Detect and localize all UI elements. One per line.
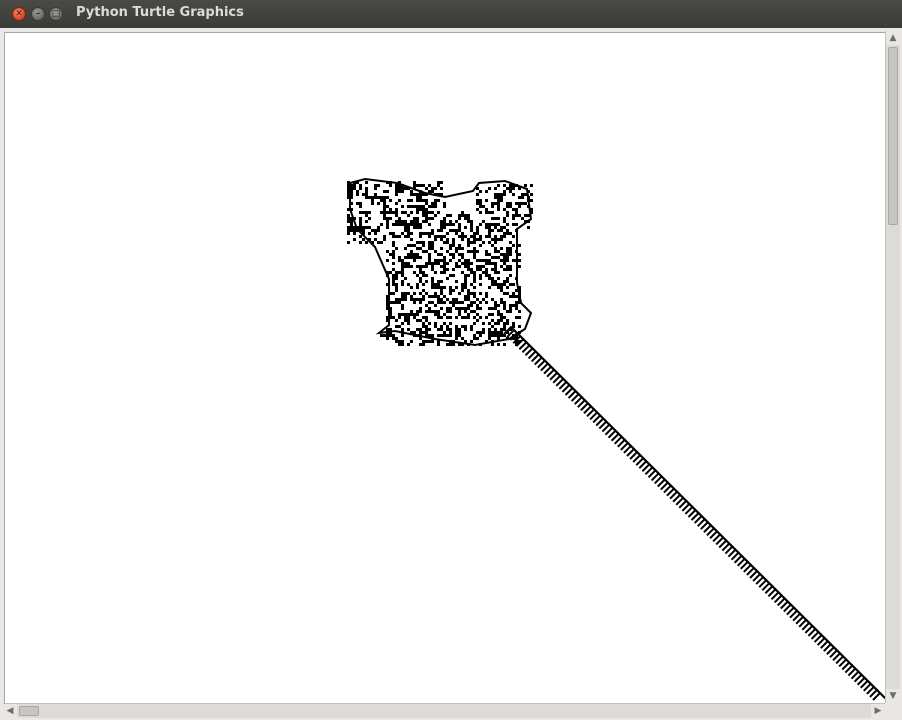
title-bar[interactable]: ✕ – □ Python Turtle Graphics: [0, 0, 902, 28]
scroll-up-button[interactable]: ▲: [886, 31, 900, 45]
turtle-drawing: [347, 177, 885, 701]
minimize-icon: –: [35, 8, 41, 19]
turtle-canvas[interactable]: [4, 32, 885, 703]
maximize-button[interactable]: □: [49, 7, 63, 21]
scroll-left-button[interactable]: ◀: [3, 704, 17, 718]
maximize-icon: □: [51, 8, 61, 19]
close-icon: ✕: [15, 8, 23, 19]
scroll-down-button[interactable]: ▼: [886, 689, 900, 703]
horizontal-scrollbar[interactable]: ◀ ▶: [3, 703, 885, 718]
vertical-scrollbar[interactable]: ▲ ▼: [885, 31, 900, 703]
horizontal-scroll-thumb[interactable]: [19, 706, 39, 716]
minimize-button[interactable]: –: [31, 7, 45, 21]
close-button[interactable]: ✕: [12, 7, 26, 21]
vertical-scroll-thumb[interactable]: [888, 47, 898, 225]
scroll-right-button[interactable]: ▶: [871, 704, 885, 718]
window-title: Python Turtle Graphics: [76, 5, 244, 20]
scrollbar-corner: [885, 703, 902, 720]
